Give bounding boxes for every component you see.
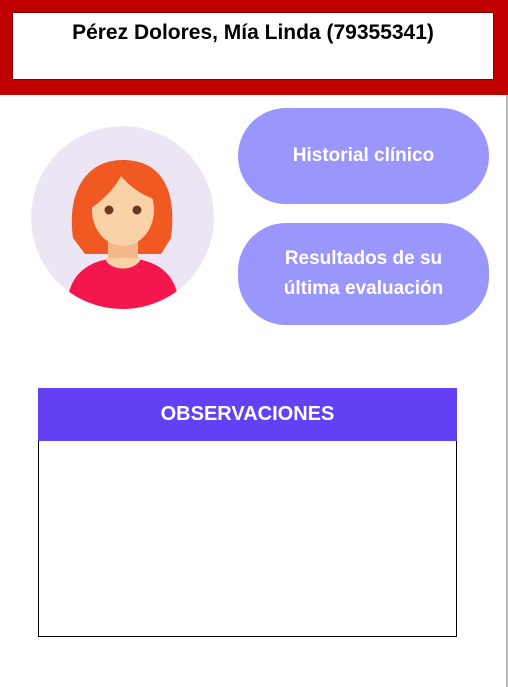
resultados-evaluacion-label: Resultados de su última evaluación <box>284 244 443 304</box>
resultados-evaluacion-button[interactable]: Resultados de su última evaluación <box>238 223 489 325</box>
observations-panel: OBSERVACIONES <box>38 388 457 637</box>
observations-header: OBSERVACIONES <box>38 388 457 441</box>
header-bar: Pérez Dolores, Mía Linda (79355341) <box>0 0 508 95</box>
resultados-label-line-2: última evaluación <box>283 278 444 299</box>
historial-clinico-button[interactable]: Historial clínico <box>238 108 489 204</box>
female-patient-avatar-icon <box>31 126 214 309</box>
resultados-label-line-1: Resultados de su <box>284 248 443 269</box>
patient-name-box: Pérez Dolores, Mía Linda (79355341) <box>12 12 494 80</box>
observations-text-area[interactable] <box>39 441 456 636</box>
observations-title: OBSERVACIONES <box>160 403 335 425</box>
patient-name: Pérez Dolores, Mía Linda (79355341) <box>72 21 434 44</box>
historial-clinico-label: Historial clínico <box>292 145 435 166</box>
